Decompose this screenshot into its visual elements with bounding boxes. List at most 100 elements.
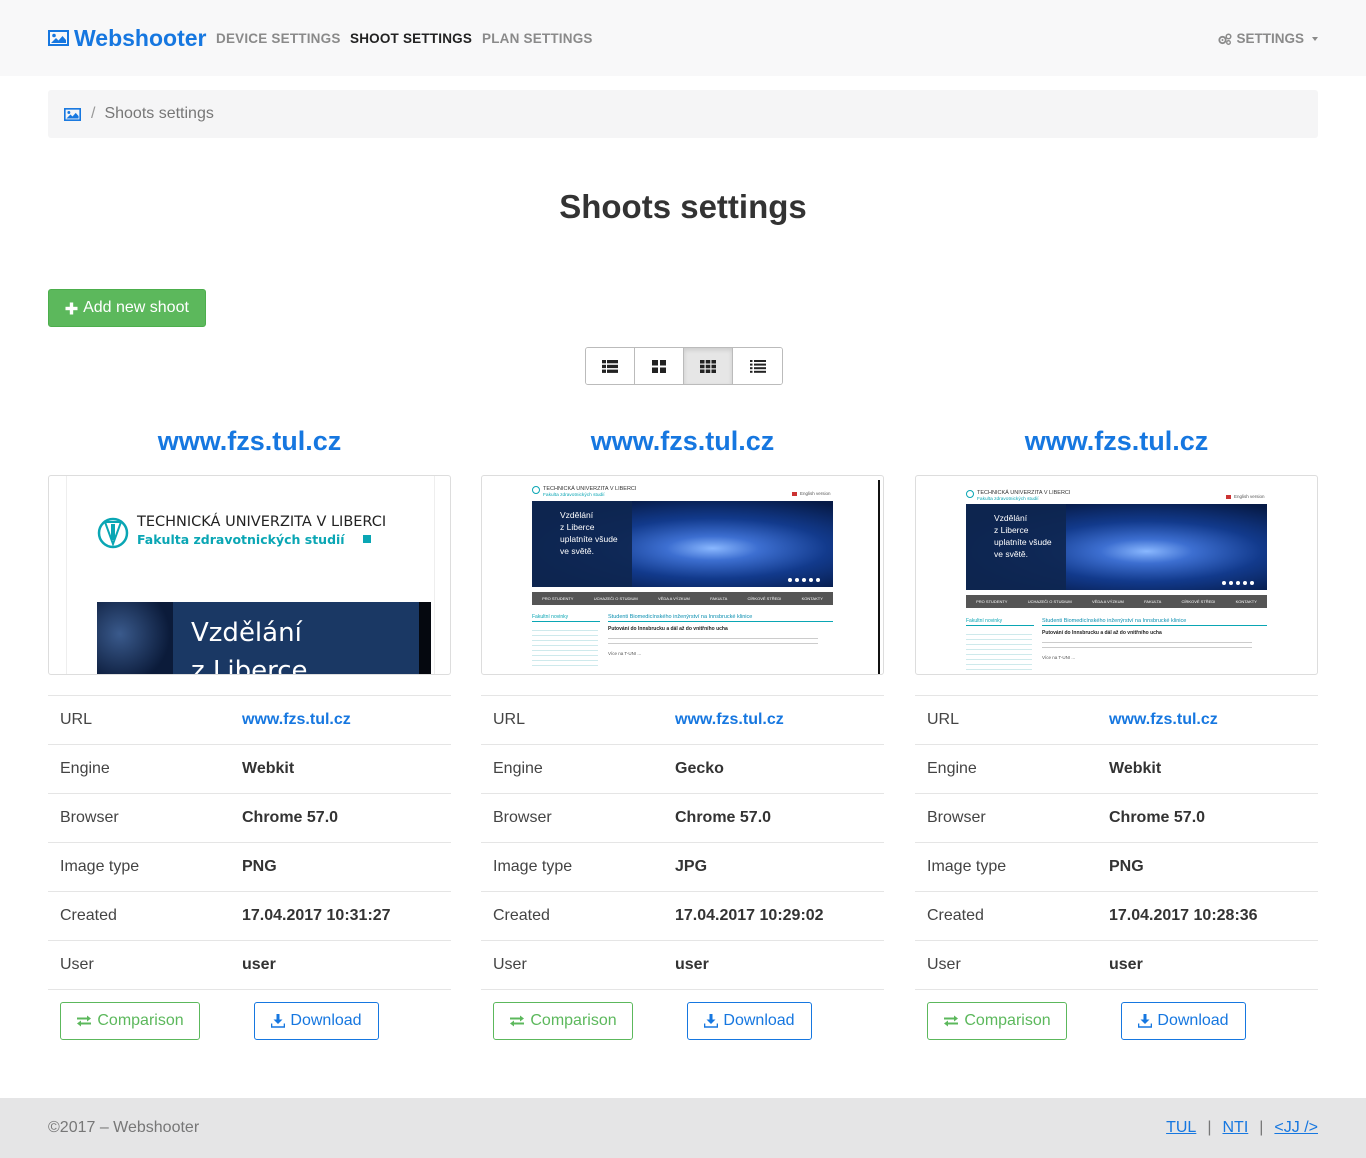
- exchange-icon: [944, 1015, 959, 1027]
- download-button[interactable]: Download: [254, 1002, 379, 1040]
- image-type-value: PNG: [242, 858, 277, 875]
- thumb-menu-item: FAKULTA: [1144, 599, 1162, 604]
- footer-links: TUL | NTI | <JJ />: [1166, 1119, 1318, 1137]
- user-value: user: [675, 956, 709, 973]
- screenshot-thumbnail[interactable]: TECHNICKÁ UNIVERZITA V LIBERCI Fakulta z…: [481, 475, 884, 675]
- table-row: Image type PNG: [48, 843, 451, 892]
- table-row: User user: [915, 941, 1318, 990]
- comparison-button[interactable]: Comparison: [493, 1002, 633, 1040]
- nav-device-settings[interactable]: DEVICE SETTINGS: [216, 31, 341, 46]
- thumb-university-logo: [966, 490, 974, 498]
- view-small-grid-button[interactable]: [684, 348, 733, 384]
- browser-value: Chrome 57.0: [675, 809, 772, 826]
- engine-label: Engine: [927, 760, 977, 777]
- screenshot-thumbnail[interactable]: TECHNICKÁ UNIVERZITA V LIBERCI Fakulta z…: [915, 475, 1318, 675]
- shoot-info-table: URL www.fzs.tul.cz Engine Gecko Browser Chr…: [481, 695, 884, 990]
- table-row: Created 17.04.2017 10:28:36: [915, 892, 1318, 941]
- table-row: Created 17.04.2017 10:31:27: [48, 892, 451, 941]
- banner-line: Vzdělání: [994, 513, 1028, 523]
- thumb-faculty-name: Fakulta zdravotnických studií: [977, 497, 1039, 502]
- breadcrumb-separator: /: [91, 105, 96, 122]
- browser-label: Browser: [927, 809, 986, 826]
- thumb-menu-item: VĚDA A VÝZKUM: [658, 596, 690, 601]
- view-list-button[interactable]: [586, 348, 635, 384]
- screenshot-thumbnail[interactable]: TECHNICKÁ UNIVERZITA V LIBERCI Fakulta z…: [48, 475, 451, 675]
- add-new-shoot-label: Add new shoot: [83, 299, 189, 316]
- shoot-card: www.fzs.tul.cz TECHNICKÁ UNIVERZITA V LI…: [915, 420, 1318, 1052]
- url-link[interactable]: www.fzs.tul.cz: [242, 711, 351, 729]
- list-detail-icon: [749, 359, 766, 373]
- url-link[interactable]: www.fzs.tul.cz: [675, 711, 784, 729]
- table-row: User user: [481, 941, 884, 990]
- view-large-grid-button[interactable]: [635, 348, 684, 384]
- download-icon: [1138, 1014, 1153, 1028]
- breadcrumb: / Shoots settings: [48, 90, 1318, 138]
- download-button[interactable]: Download: [687, 1002, 812, 1040]
- thumb-university-name: TECHNICKÁ UNIVERZITA V LIBERCI: [543, 486, 637, 492]
- comparison-button[interactable]: Comparison: [927, 1002, 1067, 1040]
- thumb-menu-item: CÍRKOVÉ STŘEDI: [1181, 599, 1216, 604]
- footer-link-jj[interactable]: <JJ />: [1274, 1119, 1318, 1137]
- image-type-value: PNG: [1109, 858, 1144, 875]
- url-link[interactable]: www.fzs.tul.cz: [1109, 711, 1218, 729]
- table-row: URL www.fzs.tul.cz: [48, 696, 451, 745]
- breadcrumb-home[interactable]: [64, 107, 81, 121]
- thumb-english-link: English version: [800, 491, 831, 496]
- thumb-news-heading: Fakultní novinky: [532, 614, 569, 620]
- thumb-menu: PRO STUDENTY UCHAZEČI O STUDIUM VĚDA A V…: [966, 595, 1267, 608]
- engine-value: Webkit: [1109, 760, 1162, 777]
- footer: ©2017 – Webshooter TUL | NTI | <JJ />: [0, 1098, 1366, 1158]
- thumb-faculty-name: Fakulta zdravotnických studií: [137, 532, 345, 547]
- shoot-actions: Comparison Download: [48, 990, 451, 1052]
- image-type-value: JPG: [675, 858, 708, 875]
- nav-shoot-settings[interactable]: SHOOT SETTINGS: [350, 31, 472, 46]
- table-row: Browser Chrome 57.0: [48, 794, 451, 843]
- browser-value: Chrome 57.0: [1109, 809, 1206, 826]
- shoot-info-table: URL www.fzs.tul.cz Engine Webkit Browser Ch…: [48, 695, 451, 990]
- thumb-university-name: TECHNICKÁ UNIVERZITA V LIBERCI: [977, 490, 1071, 496]
- large-grid-icon: [652, 359, 666, 373]
- brand-link[interactable]: Webshooter: [48, 24, 206, 52]
- thumb-menu-item: KONTAKTY: [1235, 599, 1257, 604]
- download-button[interactable]: Download: [1121, 1002, 1246, 1040]
- image-icon: [48, 30, 69, 46]
- small-grid-icon: [700, 359, 716, 373]
- list-icon: [602, 359, 618, 373]
- comparison-label: Comparison: [530, 1012, 617, 1029]
- footer-link-nti[interactable]: NTI: [1222, 1119, 1248, 1137]
- url-label: URL: [493, 711, 526, 728]
- add-new-shoot-button[interactable]: Add new shoot: [48, 289, 206, 327]
- browser-label: Browser: [60, 809, 119, 826]
- banner-line: Vzdělání: [560, 510, 594, 520]
- comparison-button[interactable]: Comparison: [60, 1002, 200, 1040]
- exchange-icon: [77, 1015, 92, 1027]
- caret-down-icon: [1312, 36, 1318, 41]
- thumb-menu-item: CÍRKOVÉ STŘEDI: [747, 596, 782, 601]
- user-value: user: [1109, 956, 1143, 973]
- image-type-label: Image type: [493, 858, 573, 875]
- plus-icon: [65, 302, 78, 314]
- banner-line: ve světě.: [560, 546, 595, 556]
- thumb-faculty-name: Fakulta zdravotnických studií: [543, 493, 605, 498]
- settings-dropdown[interactable]: SETTINGS: [1218, 31, 1318, 46]
- banner-line: ve světě.: [994, 549, 1029, 559]
- nav-plan-settings[interactable]: PLAN SETTINGS: [482, 31, 593, 46]
- thumb-more-link: Více na T-UNI ...: [608, 651, 642, 656]
- engine-value: Gecko: [675, 760, 724, 777]
- footer-link-tul[interactable]: TUL: [1166, 1119, 1196, 1137]
- navbar: Webshooter DEVICE SETTINGS SHOOT SETTING…: [0, 0, 1366, 76]
- shoot-title-link[interactable]: www.fzs.tul.cz: [915, 420, 1318, 462]
- user-value: user: [242, 956, 276, 973]
- footer-separator: |: [1259, 1119, 1264, 1136]
- browser-label: Browser: [493, 809, 552, 826]
- thumb-article-subtitle: Putování do Innsbrucku a dál až do vnitř…: [1042, 630, 1162, 636]
- table-row: Created 17.04.2017 10:29:02: [481, 892, 884, 941]
- shoot-info-table: URL www.fzs.tul.cz Engine Webkit Browser Ch…: [915, 695, 1318, 990]
- thumb-menu-item: UCHAZEČI O STUDIUM: [1027, 599, 1072, 604]
- view-list-detail-button[interactable]: [733, 348, 782, 384]
- shoot-title-link[interactable]: www.fzs.tul.cz: [48, 420, 451, 462]
- gears-icon: [1218, 32, 1233, 45]
- thumb-more-link: Více na T-UNI ...: [1042, 655, 1076, 660]
- shoot-title-link[interactable]: www.fzs.tul.cz: [481, 420, 884, 462]
- table-row: Engine Webkit: [48, 745, 451, 794]
